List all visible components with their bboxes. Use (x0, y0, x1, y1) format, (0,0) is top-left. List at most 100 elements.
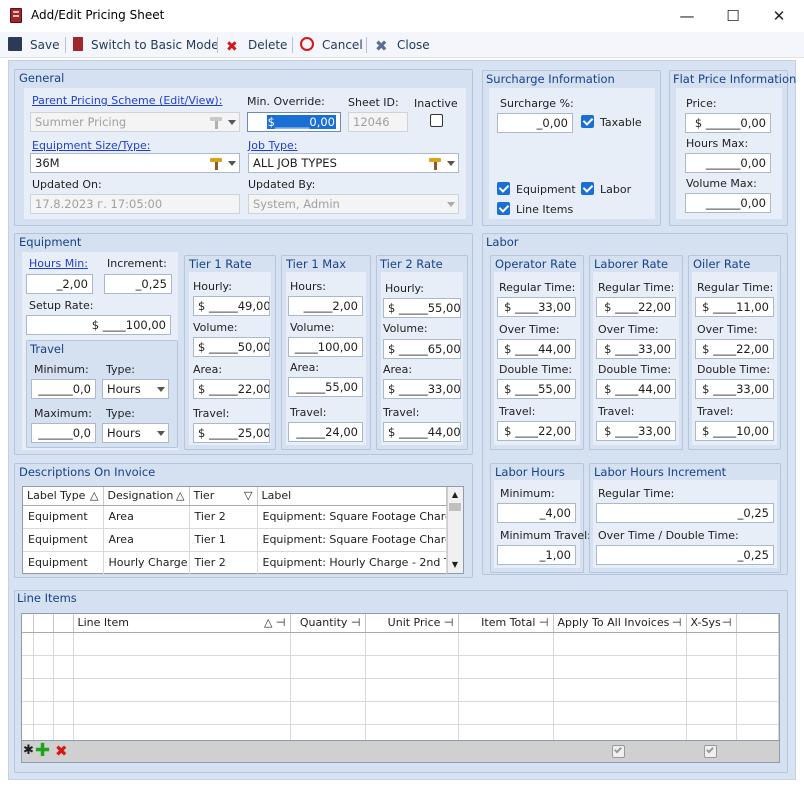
operator-over-input[interactable]: $ ____44,00 (497, 339, 576, 359)
hammer-icon[interactable] (209, 116, 223, 129)
chevron-down-icon[interactable] (157, 387, 165, 392)
scroll-down-icon[interactable]: ▼ (447, 558, 463, 572)
increment-regular-input[interactable]: _0,25 (596, 503, 774, 523)
oiler-double-input[interactable]: $ ____33,00 (695, 379, 774, 399)
travel-maximum-input[interactable]: ______0,0 (31, 423, 96, 443)
tier1-max-hours-input[interactable]: _____2,00 (288, 296, 363, 316)
travel-minimum-input[interactable]: ______0,0 (31, 379, 96, 399)
surcharge-labor-checkbox[interactable] (581, 182, 594, 195)
new-row-bar[interactable] (21, 740, 780, 763)
delete-row-icon[interactable]: ✖ (55, 743, 68, 760)
tier1-hourly-input[interactable]: $ _____49,00 (193, 296, 270, 316)
table-cell[interactable]: Area (103, 505, 190, 529)
column-header-item-total[interactable]: Item Total ⊣ (458, 614, 554, 633)
scroll-thumb[interactable] (449, 503, 461, 511)
tier2-area-input[interactable]: $ _____33,00 (383, 379, 461, 399)
operator-travel-input[interactable]: $ ____22,00 (497, 421, 576, 441)
column-header-quantity[interactable]: Quantity ⊣ (290, 614, 366, 633)
table-cell[interactable]: Equipment (23, 505, 104, 529)
increment-input[interactable]: _0,25 (104, 274, 172, 294)
table-cell[interactable]: Area (103, 528, 190, 552)
table-cell[interactable]: Equipment (23, 528, 104, 552)
tier2-volume-input[interactable]: $ _____65,00 (383, 339, 461, 359)
table-cell[interactable]: Tier 2 (189, 551, 258, 575)
hours-min-input[interactable]: _2,00 (26, 274, 93, 294)
hours-max-input[interactable]: ______0,00 (685, 153, 771, 173)
column-header-designation[interactable]: Designation △ (103, 487, 190, 506)
job-type-link[interactable]: Job Type: (248, 139, 297, 152)
parent-pricing-scheme-combo[interactable]: Summer Pricing (30, 112, 240, 132)
table-row[interactable]: Equipment Hourly Charge Tier 2 Equipment… (23, 551, 447, 575)
table-cell[interactable]: Equipment (23, 551, 104, 575)
add-row-icon[interactable]: ✚ (35, 742, 50, 760)
tier1-travel-input[interactable]: $ _____25,00 (193, 423, 270, 443)
table-cell[interactable]: Tier 2 (189, 505, 258, 529)
job-type-combo[interactable]: ALL JOB TYPES (248, 153, 459, 173)
equipment-size-type-link[interactable]: Equipment Size/Type: (32, 139, 150, 152)
tier1-volume-input[interactable]: $ _____50,00 (193, 337, 270, 357)
table-row[interactable] (22, 678, 779, 702)
surcharge-pct-input[interactable]: _0,00 (497, 113, 573, 133)
table-cell[interactable]: Equipment: Hourly Charge - 2nd Tie (257, 551, 447, 575)
sheet-id-input[interactable]: 12046 (348, 112, 408, 132)
tier1-area-input[interactable]: $ _____22,00 (193, 379, 270, 399)
x-sys-checkbox[interactable] (704, 745, 717, 758)
scroll-up-icon[interactable]: ▲ (447, 488, 463, 502)
hammer-icon[interactable] (428, 157, 442, 170)
close-window-button[interactable]: ✕ (756, 2, 802, 30)
close-button[interactable]: ✖ Close (375, 37, 430, 54)
laborer-double-input[interactable]: $ ____44,00 (596, 379, 676, 399)
updated-by-combo[interactable]: System, Admin (248, 194, 459, 214)
column-header-label[interactable]: Label (257, 487, 447, 506)
apply-all-checkbox[interactable] (612, 745, 625, 758)
inactive-checkbox[interactable] (430, 114, 443, 127)
equipment-size-type-combo[interactable]: 36M (30, 153, 240, 173)
column-header-line-item[interactable]: Line Item △ ⊣ (73, 614, 291, 633)
column-header-tier[interactable]: Tier ▽ (189, 487, 258, 506)
cancel-button[interactable]: Cancel (300, 37, 363, 53)
table-cell[interactable]: Equipment: Square Footage Charge (257, 528, 447, 552)
oiler-regular-input[interactable]: $ ____11,00 (695, 297, 774, 317)
table-row[interactable] (22, 655, 779, 679)
travel-type1-select[interactable]: Hours (102, 379, 169, 399)
price-input[interactable]: $ ______0,00 (685, 113, 771, 133)
operator-double-input[interactable]: $ ____55,00 (497, 379, 576, 399)
minimize-button[interactable]: — (664, 2, 710, 30)
taxable-checkbox[interactable] (581, 115, 594, 128)
table-cell[interactable]: Equipment: Square Footage Charge (257, 505, 447, 529)
tier2-hourly-input[interactable]: $ _____55,00 (383, 298, 461, 318)
laborer-regular-input[interactable]: $ ____22,00 (596, 297, 676, 317)
column-header-label-type[interactable]: Label Type △ (23, 487, 104, 506)
column-header-unit-price[interactable]: Unit Price ⊣ (365, 614, 459, 633)
table-row[interactable]: Equipment Area Tier 1 Equipment: Square … (23, 528, 447, 552)
parent-pricing-scheme-link[interactable]: Parent Pricing Scheme (Edit/View): (32, 94, 222, 107)
switch-basic-mode-button[interactable]: Switch to Basic Mode (73, 37, 219, 53)
labor-hours-min-travel-input[interactable]: _1,00 (497, 545, 576, 565)
tier2-travel-input[interactable]: $ _____44,00 (383, 422, 461, 442)
chevron-down-icon[interactable] (447, 161, 455, 166)
chevron-down-icon[interactable] (228, 120, 236, 125)
surcharge-equipment-checkbox[interactable] (497, 182, 510, 195)
table-row[interactable]: Equipment Area Tier 2 Equipment: Square … (23, 505, 447, 529)
increment-over-double-input[interactable]: _0,25 (596, 545, 774, 565)
column-header-x-sys[interactable]: X-Sys ⊣ (686, 614, 737, 633)
operator-regular-input[interactable]: $ ____33,00 (497, 297, 576, 317)
volume-max-input[interactable]: ______0,00 (685, 193, 771, 213)
laborer-over-input[interactable]: $ ____33,00 (596, 339, 676, 359)
tier1-max-volume-input[interactable]: ____100,00 (288, 337, 363, 357)
maximize-button[interactable]: ☐ (710, 2, 756, 30)
surcharge-line-items-checkbox[interactable] (497, 202, 510, 215)
delete-button[interactable]: ✖ Delete (226, 37, 287, 54)
hours-min-link[interactable]: Hours Min: (29, 257, 88, 270)
updated-on-input[interactable]: 17.8.2023 г. 17:05:00 (30, 194, 240, 214)
table-row[interactable] (22, 632, 779, 656)
grid-settings-icon[interactable] (22, 614, 34, 633)
table-cell[interactable]: Tier 1 (189, 528, 258, 552)
setup-rate-input[interactable]: $ ____100,00 (26, 315, 171, 335)
chevron-down-icon[interactable] (157, 431, 165, 436)
oiler-travel-input[interactable]: $ ____10,00 (695, 421, 774, 441)
tier1-max-area-input[interactable]: _____55,00 (288, 377, 363, 397)
table-cell[interactable]: Hourly Charge (103, 551, 190, 575)
oiler-over-input[interactable]: $ ____22,00 (695, 339, 774, 359)
column-header-apply-all[interactable]: Apply To All Invoices ⊣ (553, 614, 687, 633)
